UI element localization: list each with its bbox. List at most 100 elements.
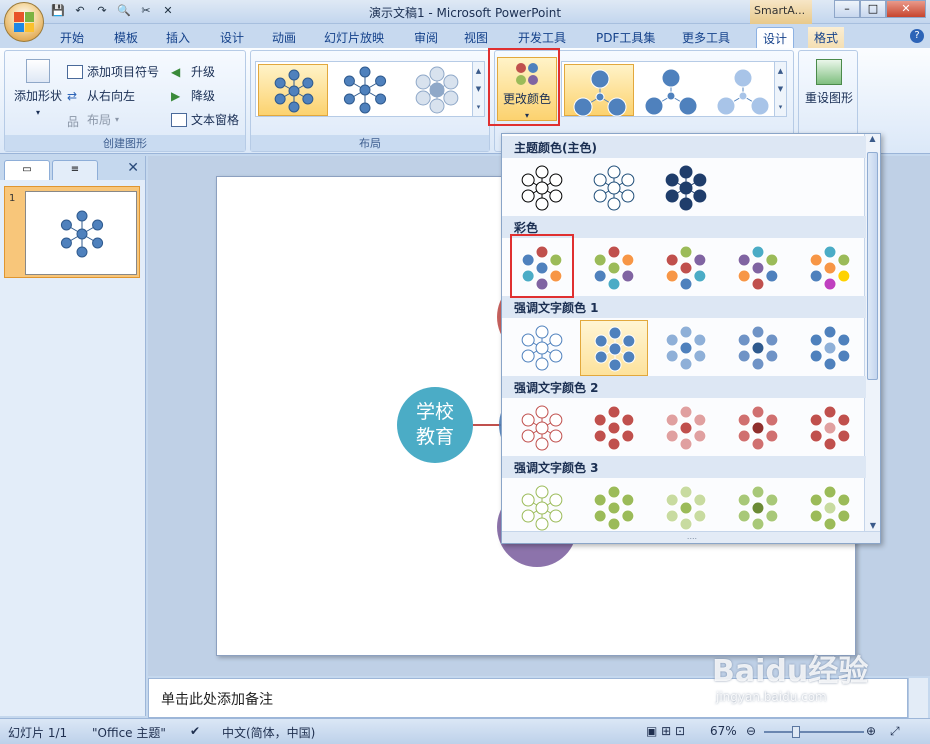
palette-node: [837, 333, 851, 347]
tab-0[interactable]: 开始: [54, 27, 90, 48]
layout-thumb-2[interactable]: [330, 64, 400, 116]
slides-tab[interactable]: ▭: [4, 160, 50, 180]
spellcheck-icon[interactable]: ✔: [190, 724, 200, 738]
add-shape-button[interactable]: 添加形状 ▾: [11, 59, 65, 117]
color-palette-option[interactable]: [652, 480, 720, 536]
zoom-slider[interactable]: [764, 726, 864, 738]
maximize-button[interactable]: □: [860, 0, 886, 18]
change-colors-dropdown[interactable]: ▲ ▼ .... 主题颜色(主色) 彩色 强调文字颜色 1 强调文字颜色 2 强调文字颜…: [501, 133, 881, 544]
color-palette-option[interactable]: [508, 320, 576, 376]
color-palette-option[interactable]: [724, 480, 792, 536]
color-palette-option[interactable]: [724, 320, 792, 376]
office-button[interactable]: [4, 2, 44, 42]
color-palette-option[interactable]: [652, 160, 720, 216]
palette-node: [765, 253, 779, 267]
slides-pane: ▭ ≡ ✕ 1: [0, 156, 146, 716]
palette-node: [521, 173, 535, 187]
color-palette-option[interactable]: [652, 400, 720, 456]
palette-node: [359, 66, 371, 78]
tab-5[interactable]: 幻灯片放映: [318, 27, 390, 48]
tab-10[interactable]: 更多工具: [676, 27, 736, 48]
zoom-out-icon[interactable]: ⊖: [746, 724, 756, 738]
outline-tab[interactable]: ≡: [52, 160, 98, 180]
watermark: Baidu经验 jingyan.baidu.com: [712, 654, 869, 704]
text-pane-button[interactable]: 文本窗格: [171, 111, 239, 128]
vertical-scrollbar[interactable]: [908, 678, 928, 718]
style-thumb-2[interactable]: [636, 64, 706, 116]
scroll-down-icon[interactable]: ▼: [865, 521, 880, 530]
close-button[interactable]: ✕: [886, 0, 926, 18]
chevron-down-icon: ▾: [115, 115, 120, 124]
color-palette-option[interactable]: [652, 320, 720, 376]
color-palette-option[interactable]: [724, 400, 792, 456]
palette-node: [809, 269, 823, 283]
color-palette-option[interactable]: [796, 240, 864, 296]
demote-button[interactable]: ▶ 降级: [171, 87, 215, 104]
style-thumb-3[interactable]: [708, 64, 778, 116]
color-palette-option[interactable]: [580, 320, 648, 376]
palette-node: [679, 341, 693, 355]
palette-node: [679, 181, 693, 195]
palette-node: [737, 269, 751, 283]
close-icon[interactable]: ✕: [127, 160, 139, 176]
palette-node: [679, 261, 693, 275]
color-palette-option[interactable]: [796, 480, 864, 536]
color-palette-option[interactable]: [652, 240, 720, 296]
palette-node: [823, 421, 837, 435]
help-icon[interactable]: ?: [910, 29, 924, 43]
tab-7[interactable]: 视图: [458, 27, 494, 48]
gallery-scroll[interactable]: ▲ ▼ ▾: [774, 62, 786, 116]
slide-thumbnail-image: [25, 191, 137, 275]
tab-9[interactable]: PDF工具集: [590, 27, 661, 48]
color-palette-option[interactable]: [580, 160, 648, 216]
palette-node: [665, 173, 679, 187]
palette-node: [92, 219, 104, 231]
tab-11[interactable]: 设计: [756, 27, 795, 48]
tab-1[interactable]: 模板: [108, 27, 144, 48]
promote-button[interactable]: ◀ 升级: [171, 63, 215, 80]
color-palette-option[interactable]: [796, 400, 864, 456]
palette-node: [521, 509, 535, 523]
org-chart-icon: 品: [67, 114, 80, 129]
arrow-left-icon: ◀: [171, 64, 181, 79]
scroll-up-icon[interactable]: ▲: [865, 134, 880, 143]
tab-6[interactable]: 审阅: [408, 27, 444, 48]
layout-thumb-1[interactable]: [258, 64, 328, 116]
color-palette-option[interactable]: [580, 240, 648, 296]
view-buttons[interactable]: ▣ ⊞ ⊡: [646, 724, 685, 738]
tab-8[interactable]: 开发工具: [512, 27, 572, 48]
zoom-slider-thumb[interactable]: [792, 726, 800, 738]
tab-3[interactable]: 设计: [214, 27, 250, 48]
tab-2[interactable]: 插入: [160, 27, 196, 48]
color-palette-option[interactable]: [580, 400, 648, 456]
color-palette-option[interactable]: [796, 320, 864, 376]
center-node[interactable]: 学校 教育: [397, 387, 473, 463]
color-palette-option[interactable]: [724, 240, 792, 296]
zoom-in-icon[interactable]: ⊕: [866, 724, 876, 738]
tab-4[interactable]: 动画: [266, 27, 302, 48]
color-palette-option[interactable]: [508, 480, 576, 536]
zoom-level[interactable]: 67%: [710, 724, 737, 738]
reset-graphic-button[interactable]: 重设图形: [803, 59, 855, 106]
layout-thumb-3[interactable]: [402, 64, 472, 116]
add-bullet-button[interactable]: 添加项目符号: [67, 63, 159, 80]
palette-node: [375, 93, 387, 105]
color-palette-option[interactable]: [580, 480, 648, 536]
style-thumb-1[interactable]: [564, 64, 634, 117]
layouts-gallery[interactable]: ▲ ▼ ▾: [255, 61, 485, 117]
right-to-left-button[interactable]: ⇄ 从右向左: [67, 87, 135, 104]
palette-node: [621, 493, 635, 507]
color-palette-option[interactable]: [508, 160, 576, 216]
dropdown-scrollbar[interactable]: ▲ ▼: [864, 134, 880, 532]
fit-window-icon[interactable]: ⤢: [890, 724, 900, 739]
scroll-thumb[interactable]: [867, 152, 878, 380]
gallery-scroll[interactable]: ▲ ▼ ▾: [472, 62, 484, 116]
minimize-button[interactable]: –: [834, 0, 860, 18]
tab-12[interactable]: 格式: [808, 27, 845, 48]
color-palette-option[interactable]: [508, 400, 576, 456]
styles-gallery[interactable]: ▲ ▼ ▾: [561, 61, 787, 117]
palette-node: [608, 342, 622, 356]
layout-button[interactable]: 品 布局 ▾: [67, 111, 120, 129]
slide-thumbnail[interactable]: 1: [4, 186, 140, 278]
palette-node: [535, 517, 549, 531]
